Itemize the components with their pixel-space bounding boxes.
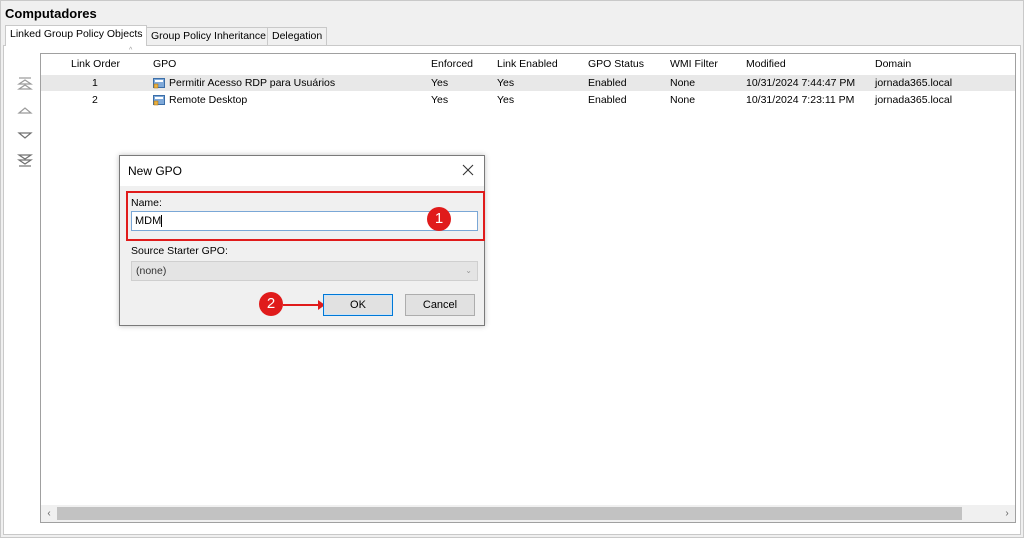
move-to-top-icon[interactable] xyxy=(16,75,34,93)
cell-domain: jornada365.local xyxy=(875,94,953,106)
col-link-enabled[interactable]: Link Enabled xyxy=(497,54,558,75)
pointer-arrow xyxy=(283,300,325,310)
cell-domain: jornada365.local xyxy=(875,77,953,89)
table-row[interactable]: 1 Permitir Acesso RDP para Usuários Yes … xyxy=(41,75,1015,91)
col-enforced[interactable]: Enforced xyxy=(431,54,473,75)
cell-modified: 10/31/2024 7:44:47 PM xyxy=(746,77,856,89)
dialog-title-bar: New GPO xyxy=(120,156,484,186)
scroll-left-icon[interactable]: ‹ xyxy=(41,505,57,522)
scroll-right-icon[interactable]: › xyxy=(999,505,1015,522)
cell-gpo[interactable]: Permitir Acesso RDP para Usuários xyxy=(169,75,335,91)
page-title: Computadores xyxy=(5,6,97,21)
step-badge-1: 1 xyxy=(427,207,451,231)
tab-delegation[interactable]: Delegation xyxy=(267,27,328,45)
cell-gpo-status: Enabled xyxy=(588,77,627,89)
move-up-icon[interactable] xyxy=(16,101,34,119)
cell-modified: 10/31/2024 7:23:11 PM xyxy=(746,94,855,106)
source-starter-value: (none) xyxy=(136,265,167,277)
source-starter-label: Source Starter GPO: xyxy=(131,245,228,257)
cell-wmi-filter: None xyxy=(670,77,696,89)
close-icon[interactable] xyxy=(462,164,474,176)
cell-enforced: Yes xyxy=(431,94,449,106)
new-gpo-dialog: New GPO Name: MDM 1 Source Starter GPO: … xyxy=(119,155,485,326)
cell-link-order: 1 xyxy=(92,77,98,89)
step-badge-2: 2 xyxy=(259,292,283,316)
cell-wmi-filter: None xyxy=(670,94,696,106)
scrollbar-thumb[interactable] xyxy=(57,507,962,520)
gpmc-window: Computadores Linked Group Policy Objects… xyxy=(0,0,1024,538)
cell-gpo[interactable]: Remote Desktop xyxy=(169,92,247,108)
source-starter-gpo-select[interactable]: (none) ⌄ xyxy=(131,261,478,281)
move-down-icon[interactable] xyxy=(16,126,34,144)
gpo-scroll-icon xyxy=(153,95,165,106)
tab-linked-gpos[interactable]: Linked Group Policy Objects xyxy=(5,25,148,46)
tab-gpo-inheritance[interactable]: Group Policy Inheritance xyxy=(146,27,271,45)
cell-link-enabled: Yes xyxy=(497,94,515,106)
dialog-title: New GPO xyxy=(128,164,183,178)
horizontal-scrollbar[interactable]: ‹ › xyxy=(41,505,1015,522)
cell-enforced: Yes xyxy=(431,77,449,89)
cell-link-enabled: Yes xyxy=(497,77,515,89)
cell-link-order: 2 xyxy=(92,94,98,106)
gpo-scroll-icon xyxy=(153,78,165,89)
ok-button[interactable]: OK xyxy=(323,294,393,316)
col-modified[interactable]: Modified xyxy=(746,54,786,75)
cell-gpo-status: Enabled xyxy=(588,94,627,106)
col-gpo[interactable]: GPO xyxy=(153,54,176,75)
col-gpo-status[interactable]: GPO Status xyxy=(588,54,644,75)
sort-ascending-icon: ^ xyxy=(129,47,133,54)
col-wmi-filter[interactable]: WMI Filter xyxy=(670,54,718,75)
col-link-order[interactable]: Link Order xyxy=(71,54,120,75)
chevron-down-icon: ⌄ xyxy=(465,266,472,275)
col-domain[interactable]: Domain xyxy=(875,54,911,75)
move-to-bottom-icon[interactable] xyxy=(16,151,34,169)
cancel-button[interactable]: Cancel xyxy=(405,294,475,316)
table-row[interactable]: 2 Remote Desktop Yes Yes Enabled None 10… xyxy=(41,92,1015,108)
